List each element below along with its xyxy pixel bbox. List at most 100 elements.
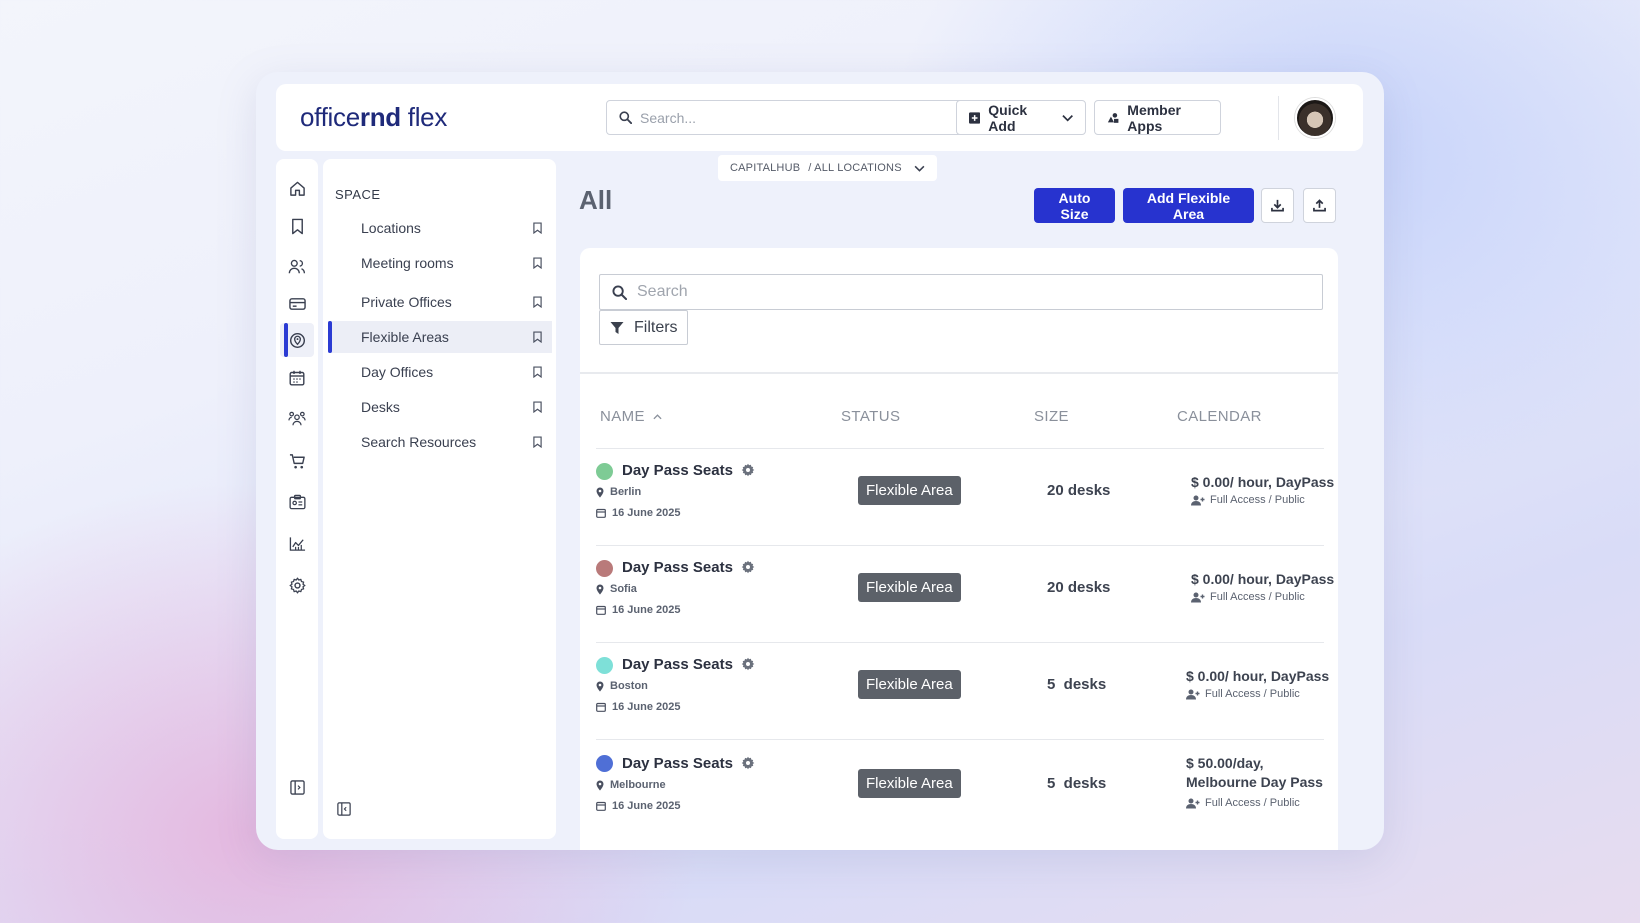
rail-calendar[interactable] bbox=[276, 361, 318, 395]
table-row[interactable]: Day Pass Seats Boston 16 June 2025 Flexi… bbox=[596, 642, 1329, 743]
rail-analytics[interactable] bbox=[276, 527, 318, 561]
row-size: 5 desks bbox=[1047, 775, 1107, 792]
gear-icon[interactable] bbox=[741, 560, 755, 574]
subnav-item-label: Private Offices bbox=[361, 294, 452, 310]
rail-space[interactable] bbox=[280, 323, 314, 357]
column-calendar-label: CALENDAR bbox=[1177, 408, 1262, 425]
auto-size-button[interactable]: Auto Size bbox=[1034, 188, 1115, 223]
brand-logo[interactable]: officernd flex bbox=[300, 102, 447, 133]
quick-add-button[interactable]: Quick Add bbox=[956, 100, 1086, 135]
table-search-input[interactable] bbox=[637, 283, 1297, 301]
map-pin-icon bbox=[596, 681, 604, 691]
rail-store[interactable] bbox=[276, 444, 318, 478]
row-name[interactable]: Day Pass Seats bbox=[622, 656, 733, 673]
bookmark-icon[interactable] bbox=[533, 436, 542, 448]
column-header-calendar[interactable]: CALENDAR bbox=[1177, 408, 1262, 425]
bookmark-icon[interactable] bbox=[533, 222, 542, 234]
import-button[interactable] bbox=[1303, 188, 1336, 223]
subnav-item-search-resources[interactable]: Search Resources bbox=[328, 426, 552, 458]
map-pin-icon bbox=[596, 487, 604, 497]
rail-billing[interactable] bbox=[276, 287, 318, 321]
row-access-text: Full Access / Public bbox=[1205, 688, 1300, 700]
column-name-label: NAME bbox=[600, 408, 645, 425]
subnav-item-label: Meeting rooms bbox=[361, 255, 454, 271]
gear-icon[interactable] bbox=[741, 756, 755, 770]
subnav-collapse-button[interactable] bbox=[337, 802, 351, 821]
billing-icon bbox=[288, 298, 306, 310]
rail-services[interactable] bbox=[276, 485, 318, 519]
row-date: 16 June 2025 bbox=[596, 507, 681, 519]
table-row[interactable]: Day Pass Seats Melbourne 16 June 2025 Fl… bbox=[596, 739, 1324, 840]
logo-text-bold: rnd bbox=[359, 102, 401, 132]
status-badge: Flexible Area bbox=[858, 476, 961, 505]
row-name[interactable]: Day Pass Seats bbox=[622, 755, 733, 772]
people-icon bbox=[288, 259, 306, 273]
calendar-icon bbox=[596, 801, 606, 811]
global-search-input[interactable] bbox=[640, 109, 940, 126]
bookmark-icon[interactable] bbox=[533, 401, 542, 413]
rail-members[interactable] bbox=[276, 249, 318, 283]
subnav-item-label: Desks bbox=[361, 399, 400, 415]
export-button[interactable] bbox=[1261, 188, 1294, 223]
rail-community[interactable] bbox=[276, 402, 318, 436]
subnav-item-label: Search Resources bbox=[361, 434, 477, 450]
row-location-text: Melbourne bbox=[610, 779, 666, 791]
status-badge: Flexible Area bbox=[858, 670, 961, 699]
bookmark-icon[interactable] bbox=[533, 366, 542, 378]
table-row[interactable]: Day Pass Seats Berlin 16 June 2025 Flexi… bbox=[596, 448, 1334, 549]
gear-icon[interactable] bbox=[741, 657, 755, 671]
row-size: 20 desks bbox=[1047, 579, 1111, 596]
add-flexible-area-button[interactable]: Add Flexible Area bbox=[1123, 188, 1254, 223]
subnav-item-day-offices[interactable]: Day Offices bbox=[328, 356, 552, 388]
user-plus-icon bbox=[1186, 798, 1200, 808]
calendar-icon bbox=[289, 370, 305, 386]
column-header-status[interactable]: STATUS bbox=[841, 408, 900, 425]
bookmark-icon[interactable] bbox=[533, 296, 542, 308]
subnav-item-label: Flexible Areas bbox=[361, 329, 449, 345]
user-plus-icon bbox=[1191, 592, 1205, 602]
rail-settings[interactable] bbox=[276, 568, 318, 602]
map-pin-icon bbox=[596, 584, 604, 594]
user-plus-icon bbox=[1191, 495, 1205, 505]
user-avatar[interactable] bbox=[1295, 98, 1335, 138]
row-name[interactable]: Day Pass Seats bbox=[622, 462, 733, 479]
space-subnav: SPACE Locations Meeting rooms Private Of… bbox=[323, 159, 556, 839]
calendar-icon bbox=[596, 702, 606, 712]
rail-collapse-button[interactable] bbox=[276, 770, 318, 804]
sidebar-collapse-icon bbox=[337, 802, 351, 816]
global-search bbox=[606, 100, 972, 135]
community-icon bbox=[288, 411, 306, 426]
calendar-icon bbox=[596, 605, 606, 615]
sidebar-toggle-icon bbox=[289, 779, 305, 795]
header-divider bbox=[1278, 96, 1279, 140]
location-breadcrumb[interactable]: CAPITALHUB / ALL LOCATIONS bbox=[718, 155, 937, 181]
row-access: Full Access / Public bbox=[1191, 494, 1305, 506]
user-plus-icon bbox=[1186, 689, 1200, 699]
row-name[interactable]: Day Pass Seats bbox=[622, 559, 733, 576]
subnav-item-flexible-areas[interactable]: Flexible Areas bbox=[328, 321, 552, 353]
table-row[interactable]: Day Pass Seats Sofia 16 June 2025 Flexib… bbox=[596, 545, 1334, 646]
id-card-icon bbox=[288, 494, 306, 510]
subnav-item-meeting-rooms[interactable]: Meeting rooms bbox=[328, 247, 552, 279]
member-apps-button[interactable]: Member Apps bbox=[1094, 100, 1221, 135]
chevron-down-icon bbox=[1062, 114, 1073, 122]
subnav-item-desks[interactable]: Desks bbox=[328, 391, 552, 423]
location-pin-icon bbox=[289, 332, 305, 348]
row-date: 16 June 2025 bbox=[596, 800, 681, 812]
subnav-item-private-offices[interactable]: Private Offices bbox=[328, 286, 552, 318]
column-header-name[interactable]: NAME bbox=[600, 408, 662, 425]
row-access-text: Full Access / Public bbox=[1210, 591, 1305, 603]
gear-icon[interactable] bbox=[741, 463, 755, 477]
subnav-item-locations[interactable]: Locations bbox=[328, 212, 552, 244]
card-divider bbox=[580, 372, 1338, 374]
row-location: Sofia bbox=[596, 583, 637, 595]
quick-add-label: Quick Add bbox=[988, 101, 1028, 134]
column-header-size[interactable]: SIZE bbox=[1034, 408, 1069, 425]
filters-button[interactable]: Filters bbox=[599, 310, 688, 345]
bookmark-icon[interactable] bbox=[533, 331, 542, 343]
bookmark-icon[interactable] bbox=[533, 257, 542, 269]
rail-bookmarks[interactable] bbox=[276, 209, 318, 243]
color-dot bbox=[596, 657, 613, 674]
subnav-item-label: Locations bbox=[361, 220, 421, 236]
rail-home[interactable] bbox=[276, 171, 318, 205]
